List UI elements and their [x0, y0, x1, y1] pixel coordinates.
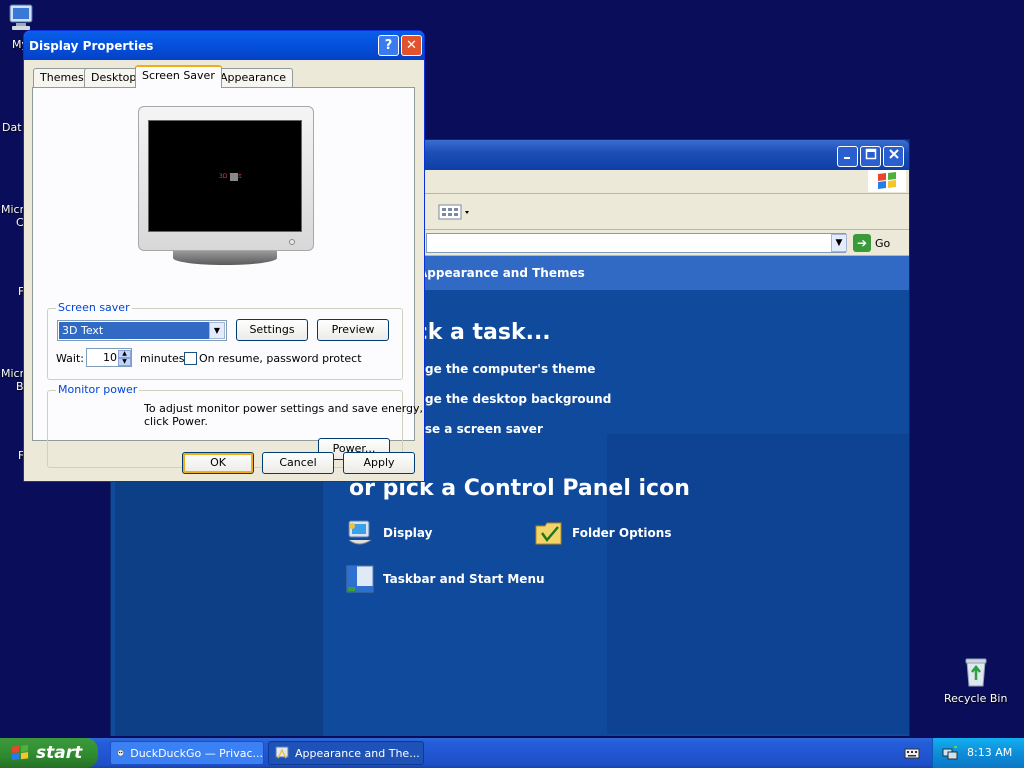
dialog-titlebar[interactable]: Display Properties ? ✕ [24, 31, 424, 60]
settings-button[interactable]: Settings [236, 319, 308, 341]
display-icon [348, 520, 372, 545]
taskbar-button-label: DuckDuckGo — Privac... [130, 746, 263, 760]
tab-appearance[interactable]: Appearance [213, 68, 294, 87]
chevron-down-icon: ▼ [835, 238, 843, 248]
clock[interactable]: 8:13 AM [967, 746, 1012, 759]
monitor-screen: 3D Text [148, 120, 302, 232]
windows-logo-icon [868, 170, 906, 192]
views-button[interactable] [438, 202, 472, 222]
wait-label: Wait: [56, 352, 84, 365]
spin-down-icon[interactable]: ▼ [118, 358, 131, 366]
monitor-bezel: 3D Text [138, 106, 314, 251]
go-button[interactable]: ➔ Go [853, 234, 890, 252]
maximize-icon [865, 148, 876, 160]
cancel-button[interactable]: Cancel [262, 452, 334, 474]
taskbar-start-menu-icon [346, 565, 374, 593]
dialog-title: Display Properties [29, 39, 154, 53]
password-protect-checkbox[interactable] [184, 352, 197, 365]
minimize-icon [843, 157, 850, 159]
screen-saver-legend: Screen saver [56, 301, 132, 314]
monitor-power-legend: Monitor power [56, 383, 140, 396]
maximize-button[interactable] [860, 146, 881, 167]
close-icon: ✕ [406, 38, 417, 53]
taskbar-button-label: Appearance and The... [295, 746, 420, 760]
system-tray: 8:13 AM [932, 738, 1024, 768]
taskbar: start DuckDuckGo — Privac... Appearance … [0, 738, 1024, 768]
monitor-power-description-2: click Power. [144, 415, 208, 428]
start-button[interactable]: start [0, 738, 98, 768]
tab-themes[interactable]: Themes [33, 68, 91, 87]
go-arrow-icon: ➔ [853, 234, 871, 252]
network-icon[interactable] [942, 745, 958, 761]
chevron-down-icon: ▼ [209, 322, 225, 339]
cp-icon-label: Display [383, 526, 433, 540]
apply-button[interactable]: Apply [343, 452, 415, 474]
power-led-icon [289, 239, 295, 245]
help-button[interactable]: ? [378, 35, 399, 56]
views-icon [438, 204, 469, 220]
close-icon [888, 149, 899, 159]
minutes-label: minutes [140, 352, 185, 365]
minimize-button[interactable] [837, 146, 858, 167]
tab-screen-saver[interactable]: Screen Saver [135, 65, 222, 88]
screen-saver-selected: 3D Text [59, 322, 209, 339]
browser-icon [117, 749, 124, 757]
windows-logo-icon [11, 744, 29, 761]
keyboard-icon[interactable] [904, 746, 920, 760]
address-input[interactable] [426, 233, 846, 253]
display-properties-dialog[interactable]: Display Properties ? ✕ Themes Desktop Sc… [23, 30, 425, 482]
wait-value: 10 [103, 351, 117, 364]
cp-icon-label: Folder Options [572, 526, 672, 540]
desktop-icon-data[interactable]: Dat [2, 121, 22, 134]
taskbar-button-duckduckgo[interactable]: DuckDuckGo — Privac... [110, 741, 264, 765]
monitor-stand [173, 251, 277, 265]
category-title: Appearance and Themes [418, 266, 585, 280]
start-label: start [36, 743, 83, 763]
help-icon: ? [384, 38, 393, 53]
password-protect-label[interactable]: On resume, password protect [199, 352, 362, 365]
cp-icon-taskbar-start-menu[interactable]: Taskbar and Start Menu [345, 564, 545, 594]
desktop-icon-label: Recycle Bin [944, 692, 1008, 705]
close-button[interactable] [883, 146, 904, 167]
monitor-power-description-1: To adjust monitor power settings and sav… [144, 402, 424, 415]
wait-stepper[interactable]: 10 ▲ ▼ [86, 348, 132, 367]
taskbar-button-appearance[interactable]: Appearance and The... [268, 741, 424, 765]
folder-options-icon [535, 522, 562, 545]
cp-icon-folder-options[interactable]: Folder Options [534, 518, 671, 548]
cp-icon-label: Taskbar and Start Menu [383, 572, 545, 586]
desktop-icon-recycle-bin[interactable]: Recycle Bin [944, 656, 1007, 705]
cp-icon-display[interactable]: Display [345, 518, 432, 548]
preview-graphic [230, 173, 238, 181]
address-dropdown-button[interactable]: ▼ [831, 234, 847, 252]
ok-button[interactable]: OK [182, 452, 254, 474]
go-label: Go [875, 236, 891, 250]
screen-saver-select[interactable]: 3D Text ▼ [57, 320, 227, 341]
dialog-close-button[interactable]: ✕ [401, 35, 422, 56]
desktop-icon-label: Dat [2, 121, 22, 134]
recycle-bin-icon [960, 656, 992, 688]
control-panel-icon [275, 746, 289, 759]
screen-saver-panel: 3D Text Screen saver 3D Text ▼ Settings … [32, 87, 423, 468]
monitor-preview: 3D Text [138, 106, 314, 265]
spin-up-icon[interactable]: ▲ [118, 350, 131, 358]
preview-button[interactable]: Preview [317, 319, 389, 341]
